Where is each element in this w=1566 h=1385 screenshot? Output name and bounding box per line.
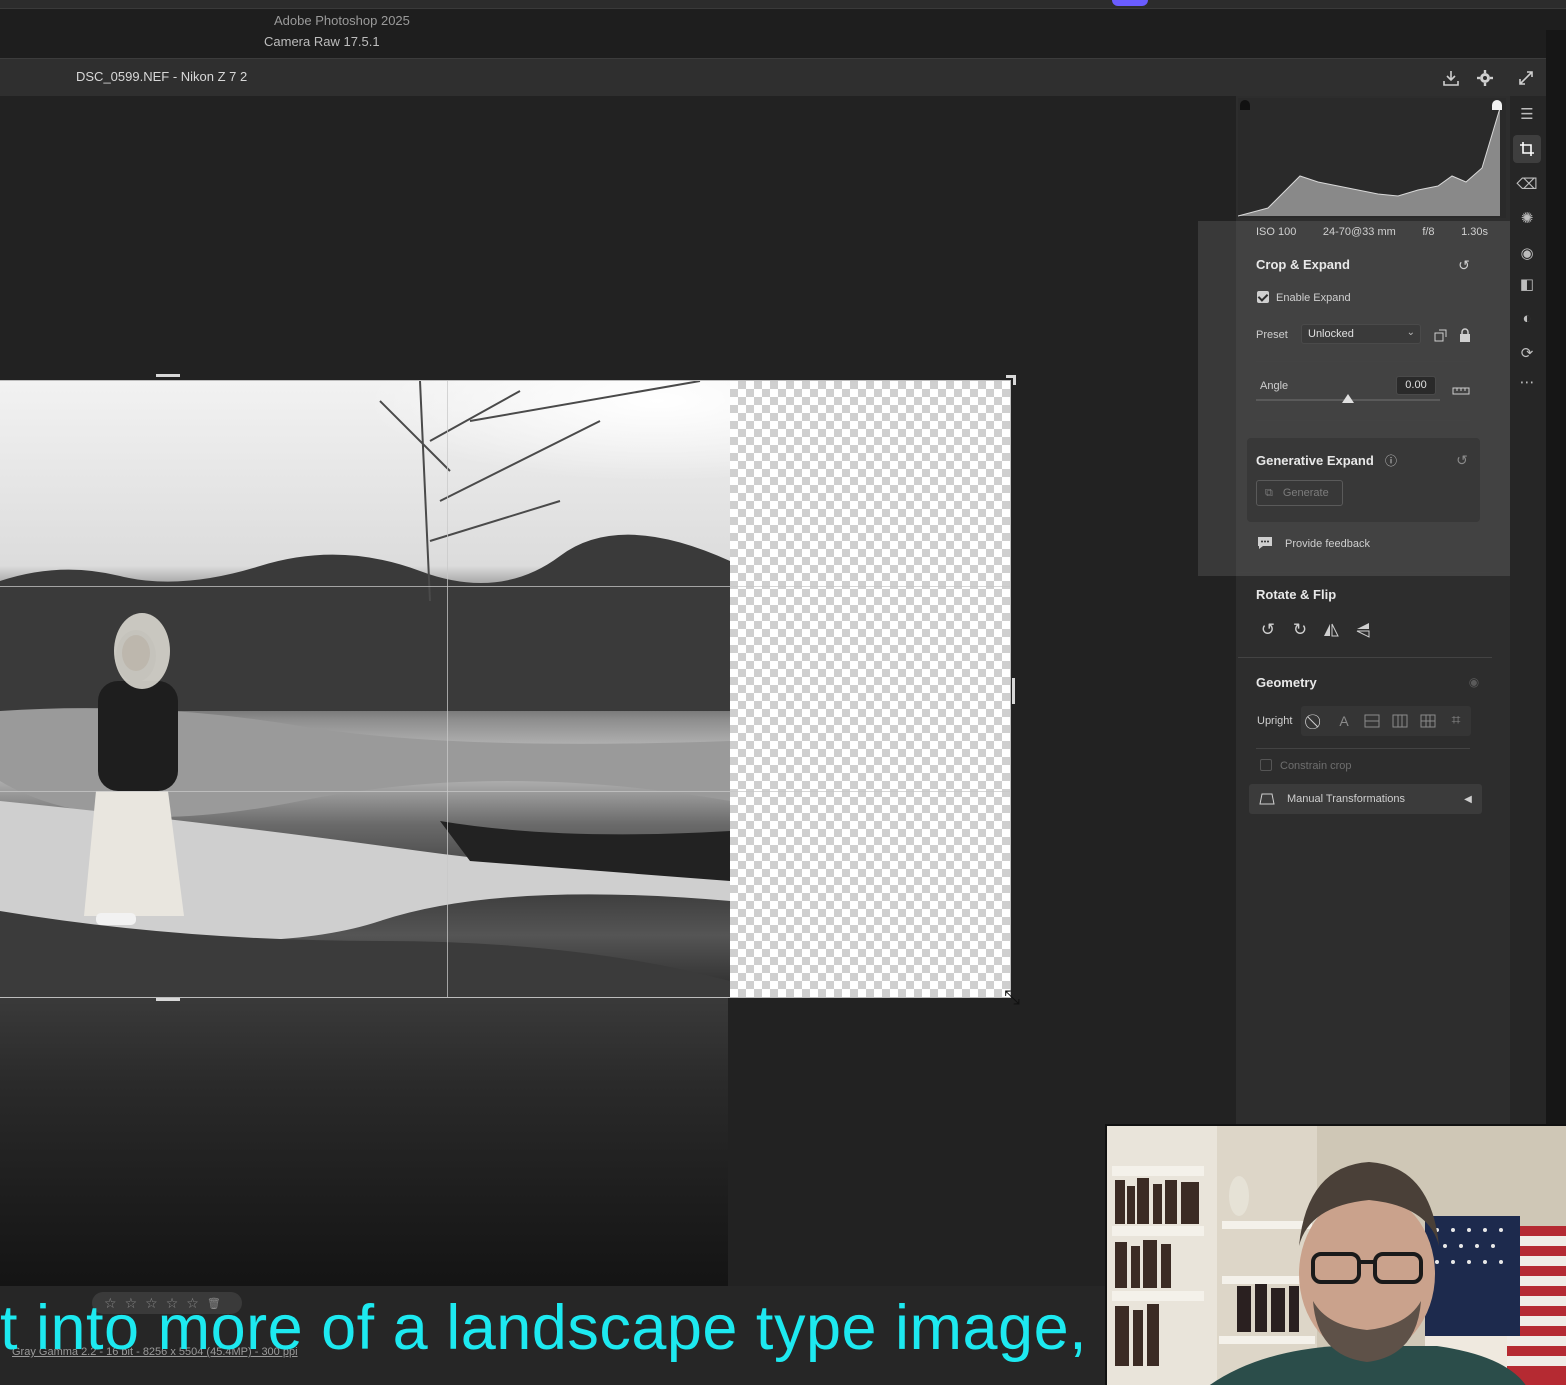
os-menu-strip [0,0,1566,9]
crop-handle-right[interactable] [1012,678,1015,704]
expand-icon[interactable] [1514,66,1538,90]
file-title: DSC_0599.NEF - Nikon Z 7 2 [76,69,248,84]
reset-icon[interactable]: ↺ [1454,255,1474,275]
exif-shutter: 1.30s [1461,226,1488,238]
exif-info: ISO 100 24-70@33 mm f/8 1.30s [1238,222,1506,242]
video-caption: t into more of a landscape type image, [0,1293,1088,1363]
crop-grid-line [447,381,448,997]
crop-handle-bottom[interactable] [156,998,180,1001]
exif-iso: ISO 100 [1256,226,1297,238]
straighten-tool-icon[interactable] [1450,382,1472,400]
rotate-flip-title: Rotate & Flip [1256,587,1337,602]
constrain-crop-checkbox[interactable] [1260,759,1272,771]
presets-icon[interactable]: ◐ [1513,304,1541,332]
healing-icon[interactable]: ✺ [1513,204,1541,232]
window-edge [1546,30,1566,1125]
camera-raw-version: Camera Raw 17.5.1 [264,34,380,49]
more-icon[interactable]: ⋯ [1513,368,1541,396]
snapshots-icon[interactable]: ⟳ [1513,339,1541,367]
enable-expand-checkbox[interactable] [1257,291,1269,303]
rotate-right-icon[interactable]: ↻ [1290,620,1310,640]
gear-icon[interactable] [1473,66,1497,90]
crop-grid-line [0,586,1010,587]
preset-select[interactable]: Unlocked ⌄ [1301,324,1421,344]
upright-level-icon[interactable] [1361,710,1383,732]
divider [1256,420,1470,421]
redeye-icon[interactable]: ◉ [1513,239,1541,267]
crop-handle-top[interactable] [156,374,180,377]
preset-label: Preset [1256,329,1288,341]
flip-horizontal-icon[interactable] [1321,620,1341,640]
angle-label: Angle [1260,380,1289,392]
generate-button[interactable]: ⧉ Generate [1256,480,1343,506]
constrain-crop-label: Constrain crop [1280,760,1352,772]
visibility-icon[interactable]: ◉ [1466,674,1482,690]
histogram [1237,98,1506,218]
manual-transformations-label: Manual Transformations [1287,793,1405,805]
reset-icon[interactable]: ↺ [1452,451,1472,469]
swap-orientation-icon[interactable] [1432,326,1450,344]
expand-arrow-icon[interactable]: ◀ [1460,790,1476,808]
enable-expand-label: Enable Expand [1276,292,1351,304]
flip-vertical-icon[interactable] [1353,620,1373,640]
download-icon[interactable] [1439,66,1463,90]
resize-cursor-icon: ⤡ [1004,986,1020,1009]
divider [1238,572,1492,573]
divider [1238,657,1492,658]
upright-vertical-icon[interactable] [1389,710,1411,732]
app-name: Adobe Photoshop 2025 [274,13,410,28]
upright-auto-icon[interactable]: A [1333,710,1355,732]
rotate-left-icon[interactable]: ↺ [1258,620,1278,640]
webcam-overlay [1105,1124,1566,1385]
crop-corner-top-right[interactable] [1013,375,1016,385]
exif-lens: 24-70@33 mm [1322,226,1396,238]
divider [1256,748,1470,749]
provide-feedback-link[interactable]: Provide feedback [1285,538,1370,550]
file-header: DSC_0599.NEF - Nikon Z 7 2 [0,58,1546,96]
title-bar: Adobe Photoshop 2025 Camera Raw 17.5.1 [0,0,1566,58]
upright-off-icon[interactable]: ⃠ [1305,710,1327,732]
angle-slider-thumb[interactable] [1342,394,1354,403]
crop-expand-title[interactable]: Crop & Expand [1256,257,1350,272]
preset-value: Unlocked [1308,328,1354,340]
highlight-clipping-icon[interactable] [1492,100,1502,110]
geometry-title: Geometry [1256,675,1317,690]
divider [1256,361,1470,362]
transform-icon [1258,790,1276,808]
angle-input[interactable]: 0.00 [1396,376,1436,395]
generate-icon: ⧉ [1265,486,1273,499]
crop-grid-line [0,791,1010,792]
masking-icon[interactable]: ◧ [1513,270,1541,298]
photo-outside-crop [0,997,728,1287]
upright-guided-icon[interactable]: ⌗ [1445,710,1467,732]
chevron-down-icon: ⌄ [1406,327,1415,338]
info-icon[interactable]: ⓘ [1383,452,1399,468]
recording-indicator [1112,0,1148,6]
lock-icon[interactable] [1456,326,1474,344]
generate-label: Generate [1282,487,1329,499]
exif-aperture: f/8 [1422,226,1435,238]
edit-sliders-icon[interactable]: ☰ [1513,100,1541,128]
shadow-clipping-icon[interactable] [1240,100,1250,110]
crop-icon[interactable] [1513,135,1541,163]
feedback-icon[interactable] [1256,534,1274,552]
upright-label: Upright [1257,715,1293,727]
generative-expand-title: Generative Expand [1256,453,1374,468]
eraser-icon[interactable]: ⌫ [1513,170,1541,198]
upright-full-icon[interactable] [1417,710,1439,732]
crop-frame[interactable] [0,380,1011,998]
